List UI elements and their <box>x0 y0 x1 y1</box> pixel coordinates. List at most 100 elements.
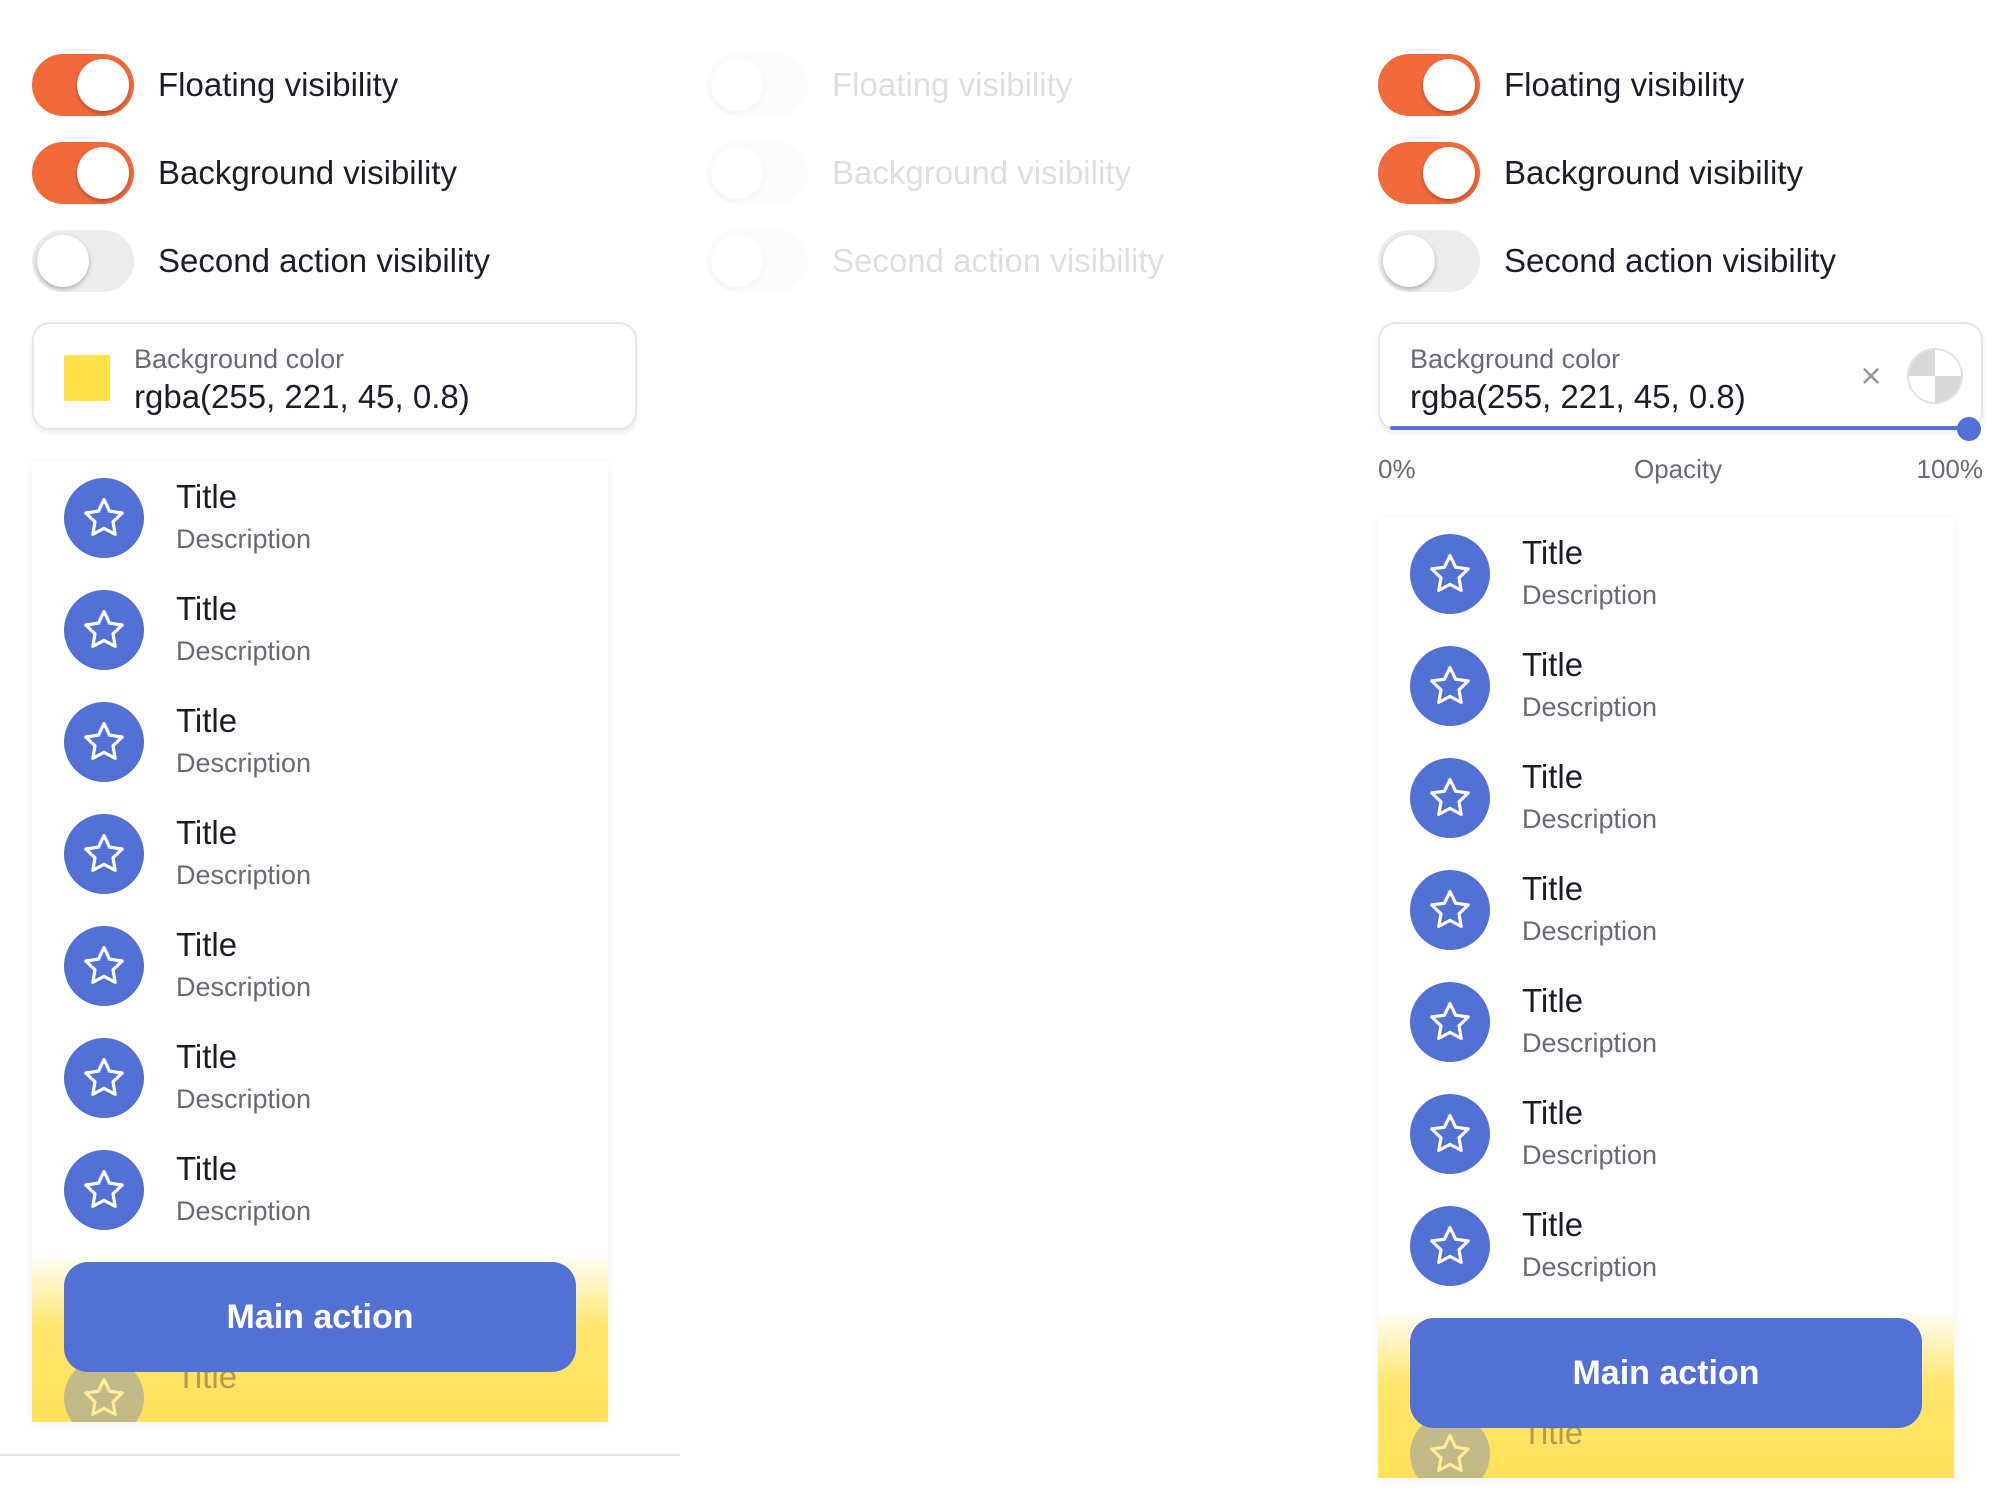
color-field-label: Background color <box>1410 344 1621 374</box>
star-icon <box>1430 666 1470 704</box>
toggle-label: Second action visibility <box>832 242 1164 279</box>
main-action-button[interactable]: Main action <box>1410 1318 1922 1428</box>
star-icon <box>1430 554 1470 592</box>
item-title: Title <box>176 1038 238 1075</box>
star-icon <box>84 1058 124 1096</box>
avatar <box>64 702 144 782</box>
opacity-slider-track[interactable] <box>1390 426 1971 430</box>
background-visibility-toggle[interactable] <box>706 142 808 204</box>
second-action-visibility-toggle[interactable] <box>32 230 134 292</box>
toggle-knob <box>711 235 763 287</box>
second-action-visibility-toggle[interactable] <box>706 230 808 292</box>
list-item[interactable]: Title Description <box>32 1022 608 1134</box>
toggle-label: Floating visibility <box>1504 66 1745 103</box>
background-visibility-toggle[interactable] <box>1378 142 1480 204</box>
list-item[interactable]: Title Description <box>32 798 608 910</box>
toggle-label: Second action visibility <box>158 242 490 279</box>
second-action-visibility-row: Second action visibility <box>1378 230 1836 292</box>
item-title: Title <box>1522 534 1584 571</box>
avatar <box>64 478 144 558</box>
toggle-knob <box>711 147 763 199</box>
list-item[interactable]: Title Description <box>32 910 608 1022</box>
second-action-visibility-row: Second action visibility <box>32 230 490 292</box>
avatar <box>64 814 144 894</box>
avatar <box>1410 534 1490 614</box>
item-title: Title <box>1522 1094 1584 1131</box>
item-title: Title <box>1522 646 1584 683</box>
avatar <box>64 590 144 670</box>
floating-visibility-toggle[interactable] <box>32 54 134 116</box>
background-color-field[interactable]: Background color rgba(255, 221, 45, 0.8)… <box>1378 322 1983 441</box>
opacity-max-label: 100% <box>1916 454 1984 484</box>
background-visibility-row: Background visibility <box>32 142 457 204</box>
opacity-slider-thumb[interactable] <box>1957 417 1981 441</box>
background-visibility-row: Background visibility <box>706 142 1131 204</box>
toggle-label: Background visibility <box>1504 154 1803 191</box>
list-item[interactable]: Title Description <box>32 1134 608 1246</box>
list-item[interactable]: Title Description <box>32 686 608 798</box>
second-action-visibility-row: Second action visibility <box>706 230 1164 292</box>
list-item[interactable]: Title Description <box>1378 630 1954 742</box>
item-description: Description <box>1522 1140 1658 1170</box>
avatar <box>1410 870 1490 950</box>
list-item[interactable]: Title Description <box>1378 966 1954 1078</box>
item-description: Description <box>1522 580 1658 610</box>
background-color-field[interactable]: Background color rgba(255, 221, 45, 0.8) <box>32 322 637 430</box>
avatar <box>64 926 144 1006</box>
avatar <box>64 1038 144 1118</box>
item-title: Title <box>176 702 238 739</box>
item-description: Description <box>176 524 312 554</box>
avatar <box>1410 646 1490 726</box>
item-description: Description <box>176 1084 312 1114</box>
list-item[interactable]: Title Description <box>32 574 608 686</box>
star-icon <box>1430 890 1470 928</box>
toggle-knob <box>1423 59 1475 111</box>
item-description: Description <box>1522 804 1658 834</box>
opacity-min-label: 0% <box>1378 454 1416 484</box>
toggle-label: Floating visibility <box>158 66 399 103</box>
right-panel: Floating visibility Background visibilit… <box>1378 0 1998 1510</box>
toggle-knob <box>711 59 763 111</box>
color-swatch <box>64 355 110 401</box>
toggle-knob <box>1423 147 1475 199</box>
avatar <box>1410 758 1490 838</box>
toggle-label: Second action visibility <box>1504 242 1836 279</box>
middle-panel: Floating visibility Background visibilit… <box>706 0 1326 1460</box>
item-description: Description <box>1522 1252 1658 1282</box>
main-action-button[interactable]: Main action <box>64 1262 576 1372</box>
list-item[interactable]: Title Description <box>1378 854 1954 966</box>
list-panel: Title Description Title Description Titl… <box>32 462 608 1422</box>
toggle-label: Background visibility <box>158 154 457 191</box>
item-description: Description <box>176 972 312 1002</box>
item-title: Title <box>1522 870 1584 907</box>
avatar <box>1410 982 1490 1062</box>
toggle-knob <box>37 235 89 287</box>
toggle-knob <box>77 59 129 111</box>
item-title: Title <box>176 1150 238 1187</box>
item-description: Description <box>176 636 312 666</box>
toggle-label: Background visibility <box>832 154 1131 191</box>
item-description: Description <box>176 1196 312 1226</box>
background-visibility-toggle[interactable] <box>32 142 134 204</box>
list-item[interactable]: Title Description <box>1378 1190 1954 1302</box>
list-item[interactable]: Title Description <box>1378 742 1954 854</box>
toggle-knob <box>77 147 129 199</box>
color-field-value: rgba(255, 221, 45, 0.8) <box>134 378 470 415</box>
close-icon[interactable]: × <box>1855 358 1887 394</box>
toggle-label: Floating visibility <box>832 66 1073 103</box>
floating-visibility-row: Floating visibility <box>32 54 398 116</box>
floating-visibility-toggle[interactable] <box>1378 54 1480 116</box>
list-item[interactable]: Title Description <box>1378 1078 1954 1190</box>
floating-visibility-row: Floating visibility <box>1378 54 1744 116</box>
star-icon <box>84 1170 124 1208</box>
item-title: Title <box>1522 982 1584 1019</box>
list-item[interactable]: Title Description <box>1378 518 1954 630</box>
item-description: Description <box>1522 692 1658 722</box>
color-picker-icon[interactable] <box>1907 348 1963 404</box>
list-item[interactable]: Title Description <box>32 462 608 574</box>
star-icon <box>84 1378 124 1416</box>
avatar <box>1410 1206 1490 1286</box>
second-action-visibility-toggle[interactable] <box>1378 230 1480 292</box>
list-panel: Title Description Title Description Titl… <box>1378 518 1954 1478</box>
floating-visibility-toggle[interactable] <box>706 54 808 116</box>
